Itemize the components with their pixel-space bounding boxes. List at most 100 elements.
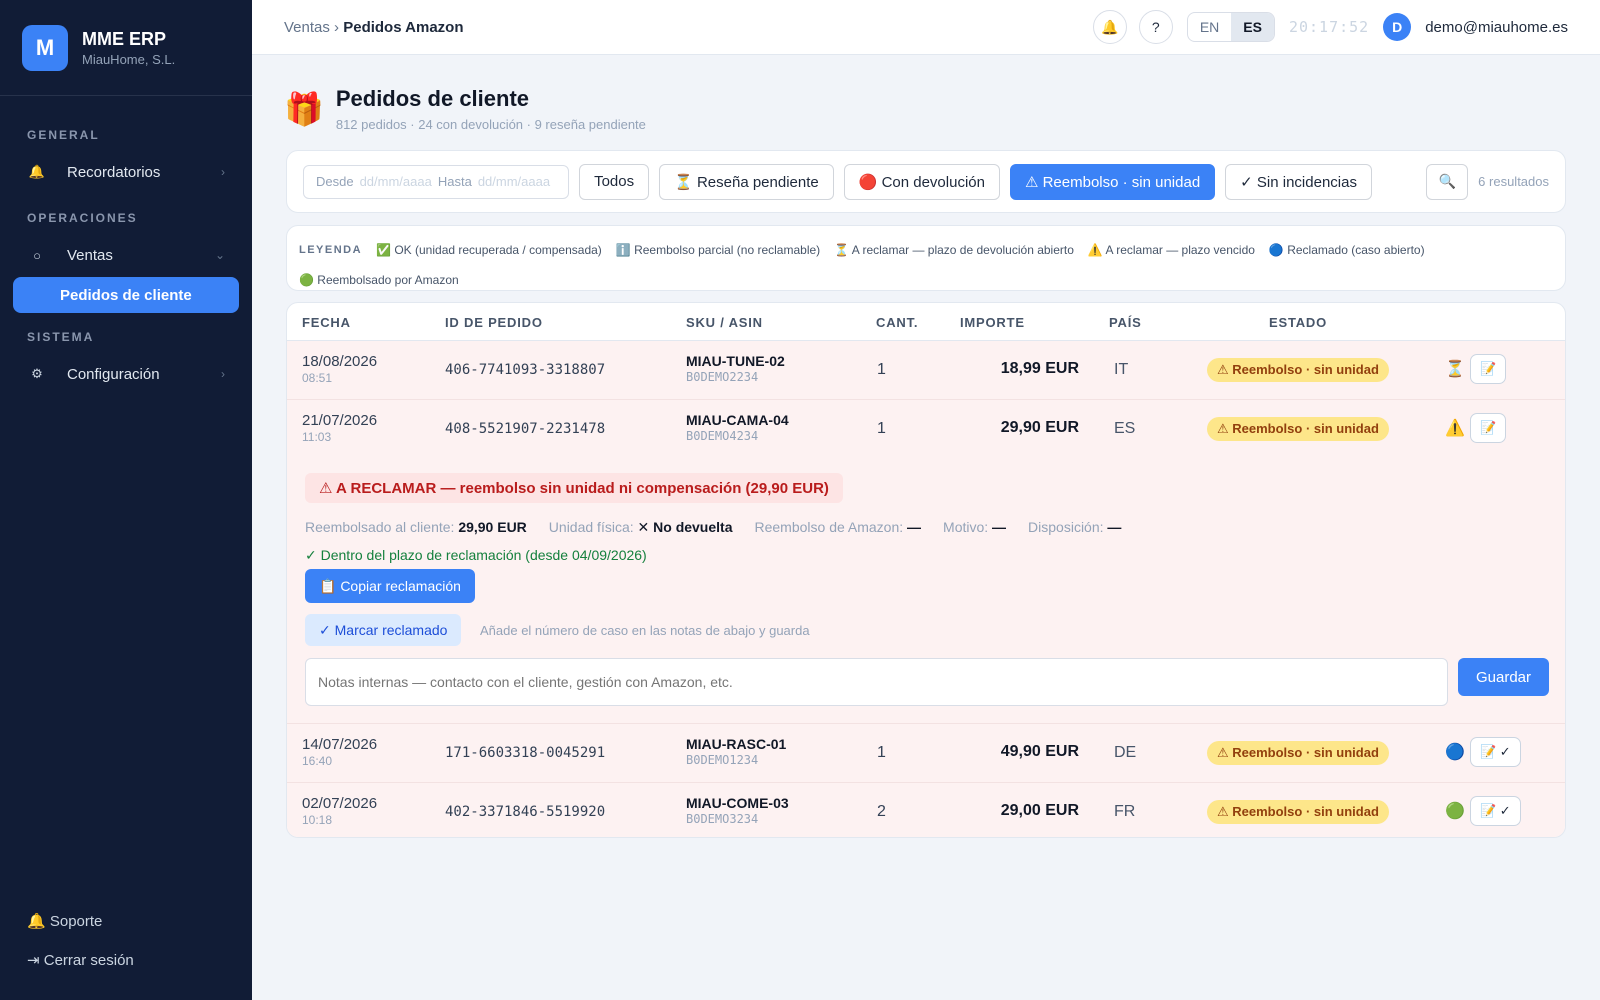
nav-section-sistema: SISTEMA xyxy=(27,330,95,344)
order-asin: B0DEMO2234 xyxy=(686,370,759,384)
internal-notes-input[interactable] xyxy=(305,658,1448,706)
help-icon: ? xyxy=(1151,19,1160,35)
nav-section-operaciones: OPERACIONES xyxy=(27,211,138,225)
date-to-label: Hasta xyxy=(437,174,472,189)
order-asin: B0DEMO4234 xyxy=(686,429,759,443)
col-cantidad[interactable]: CANT. xyxy=(876,315,918,330)
status-badge: ⚠ Reembolso · sin unidad xyxy=(1207,358,1389,382)
breadcrumb-parent[interactable]: Ventas xyxy=(284,19,330,36)
table-row[interactable]: 02/07/2026 10:18 402-3371846-5519920 MIAU… xyxy=(287,783,1565,837)
reason-value: — xyxy=(992,519,1007,535)
filter-con-devolucion-button[interactable]: 🔴 Con devolución xyxy=(843,163,1000,200)
order-date: 21/07/2026 xyxy=(302,412,378,429)
filter-todos-button[interactable]: Todos xyxy=(579,163,650,200)
chevron-right-icon: › xyxy=(221,367,225,381)
notifications-button[interactable]: 🔔 xyxy=(1092,10,1127,44)
order-sku: MIAU-COME-03 xyxy=(686,795,789,811)
order-qty: 1 xyxy=(877,361,886,378)
filter-resena-pendiente-button[interactable]: ⏳ Reseña pendiente xyxy=(659,163,834,200)
order-asin: B0DEMO3234 xyxy=(686,812,759,826)
memo-icon: 📝 xyxy=(1480,420,1497,435)
language-switch: EN ES xyxy=(1186,12,1275,42)
unit-value: ✕ No devuelta xyxy=(637,519,733,535)
avatar[interactable]: D xyxy=(1383,13,1412,41)
claim-facts: Reembolsado al cliente: 29,90 EUR Unidad… xyxy=(305,519,1143,536)
clock: 20:17:52 xyxy=(1288,18,1370,36)
legend-item-reclamado: 🔵 Reclamado (caso abierto) xyxy=(1268,243,1425,257)
table-row[interactable]: 14/07/2026 16:40 171-6603318-0045291 MIAU… xyxy=(287,724,1565,783)
chevron-right-icon: › xyxy=(221,165,225,179)
lang-es-button[interactable]: ES xyxy=(1231,13,1274,41)
sidebar-item-label: Pedidos de cliente xyxy=(60,286,192,304)
logout-link[interactable]: ⇥ Cerrar sesión xyxy=(27,951,134,969)
hourglass-icon: ⏳ xyxy=(1445,361,1465,378)
col-sku-asin[interactable]: SKU / ASIN xyxy=(686,315,763,330)
order-id: 408-5521907-2231478 xyxy=(445,421,606,437)
order-amount: 18,99 EUR xyxy=(1000,360,1079,377)
col-importe[interactable]: IMPORTE xyxy=(960,315,1025,330)
page-header: 🎁 Pedidos de cliente 812 pedidos · 24 co… xyxy=(284,86,646,132)
date-from-input[interactable]: dd/mm/aaaa xyxy=(360,174,432,189)
green-circle-icon: 🟢 xyxy=(1445,803,1465,820)
brand-name: MME ERP xyxy=(82,28,167,49)
legend-item-plazo-abierto: ⏳ A reclamar — plazo de devolución abier… xyxy=(834,243,1074,257)
date-from-label: Desde xyxy=(316,174,354,189)
order-time: 10:18 xyxy=(302,813,333,827)
status-badge: ⚠ Reembolso · sin unidad xyxy=(1207,741,1389,765)
edit-notes-button[interactable]: 📝 ✓ xyxy=(1470,737,1521,767)
memo-check-icon: 📝 ✓ xyxy=(1480,803,1511,818)
sidebar-item-pedidos-de-cliente[interactable]: Pedidos de cliente xyxy=(13,277,239,313)
order-amount: 29,90 EUR xyxy=(1000,419,1079,436)
search-button[interactable]: 🔍 xyxy=(1426,163,1469,200)
order-id: 171-6603318-0045291 xyxy=(445,745,606,761)
edit-notes-button[interactable]: 📝 ✓ xyxy=(1470,796,1521,826)
order-amount: 49,90 EUR xyxy=(1000,743,1079,760)
legend-item-plazo-vencido: ⚠️ A reclamar — plazo vencido xyxy=(1087,243,1255,257)
circle-icon: ○ xyxy=(33,247,41,263)
mark-claimed-button[interactable]: ✓ Marcar reclamado xyxy=(305,614,462,646)
copy-claim-button[interactable]: 📋 Copiar reclamación xyxy=(305,569,475,603)
date-range-filter[interactable]: Desde dd/mm/aaaa Hasta dd/mm/aaaa xyxy=(303,164,570,199)
sidebar-item-ventas[interactable]: ○ Ventas ⌄ xyxy=(13,237,239,273)
order-id: 406-7741093-3318807 xyxy=(445,362,606,378)
sidebar-item-recordatorios[interactable]: 🔔 Recordatorios › xyxy=(13,154,239,190)
legend-item-parcial: ℹ️ Reembolso parcial (no reclamable) xyxy=(615,243,821,257)
order-date: 14/07/2026 xyxy=(302,736,378,753)
col-pais[interactable]: PAÍS xyxy=(1109,315,1142,330)
sidebar-item-configuracion[interactable]: ⚙ Configuración › xyxy=(13,356,239,392)
order-country: FR xyxy=(1114,803,1136,820)
col-id-pedido[interactable]: ID DE PEDIDO xyxy=(445,315,543,330)
order-country: IT xyxy=(1114,361,1129,378)
user-email[interactable]: demo@miauhome.es xyxy=(1425,19,1568,36)
table-row[interactable]: 18/08/2026 08:51 406-7741093-3318807 MIAU… xyxy=(287,341,1565,400)
edit-notes-button[interactable]: 📝 xyxy=(1470,354,1507,384)
disposition-label: Disposición: xyxy=(1028,519,1104,535)
order-id: 402-3371846-5519920 xyxy=(445,804,606,820)
search-icon: 🔍 xyxy=(1438,173,1456,189)
brand-logo: M xyxy=(22,24,68,71)
col-fecha[interactable]: FECHA xyxy=(302,315,351,330)
date-to-input[interactable]: dd/mm/aaaa xyxy=(478,174,550,189)
unit-label: Unidad física: xyxy=(548,519,634,535)
sidebar: M MME ERP MiauHome, S.L. GENERAL 🔔 Recor… xyxy=(0,0,252,1000)
memo-check-icon: 📝 ✓ xyxy=(1480,744,1511,759)
lang-en-button[interactable]: EN xyxy=(1188,13,1231,41)
edit-notes-button[interactable]: 📝 xyxy=(1470,413,1507,443)
orders-table: FECHA ID DE PEDIDO SKU / ASIN CANT. IMPO… xyxy=(286,302,1566,838)
order-asin: B0DEMO1234 xyxy=(686,753,759,767)
col-estado[interactable]: ESTADO xyxy=(1269,315,1327,330)
filter-sin-incidencias-button[interactable]: ✓ Sin incidencias xyxy=(1225,163,1372,200)
claim-deadline: ✓ Dentro del plazo de reclamación (desde… xyxy=(305,547,647,563)
table-row[interactable]: 21/07/2026 11:03 408-5521907-2231478 MIAU… xyxy=(287,400,1565,459)
order-amount: 29,00 EUR xyxy=(1000,802,1079,819)
blue-circle-icon: 🔵 xyxy=(1445,744,1465,761)
order-time: 11:03 xyxy=(302,430,332,444)
help-button[interactable]: ? xyxy=(1138,10,1173,44)
support-link[interactable]: 🔔 Soporte xyxy=(27,912,102,930)
legend-item-reembolsado: 🟢 Reembolsado por Amazon xyxy=(299,273,459,287)
status-badge: ⚠ Reembolso · sin unidad xyxy=(1207,417,1389,441)
legend-item-ok: ✅ OK (unidad recuperada / compensada) xyxy=(376,243,602,257)
breadcrumb-separator: › xyxy=(329,18,344,36)
save-notes-button[interactable]: Guardar xyxy=(1458,658,1549,696)
filter-reembolso-sin-unidad-button[interactable]: ⚠ Reembolso · sin unidad xyxy=(1009,163,1216,200)
